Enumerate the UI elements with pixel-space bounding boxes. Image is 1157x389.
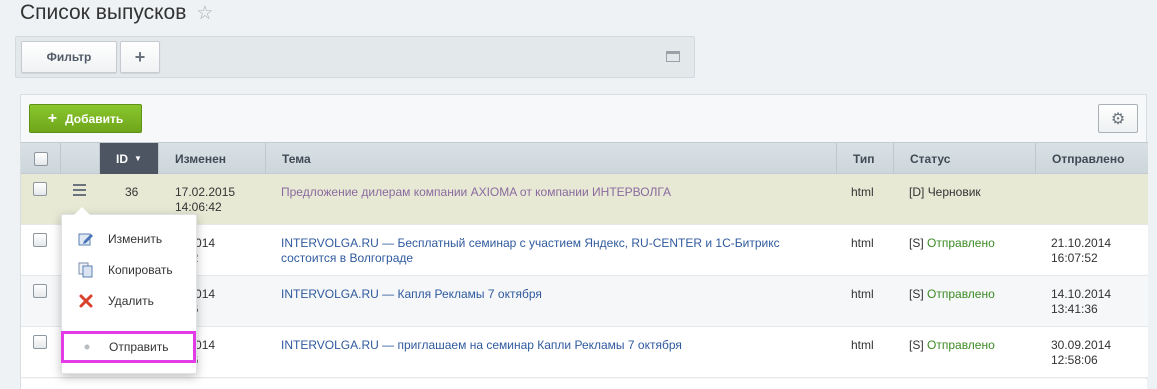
- row-type: html: [851, 338, 874, 352]
- row-status: [S] Отправлено: [909, 338, 995, 353]
- row-sent-date: 14.10.2014: [1051, 287, 1112, 301]
- header-id[interactable]: ID ▼: [100, 143, 159, 174]
- menu-item-label: Изменить: [108, 232, 163, 246]
- header-type[interactable]: Тип: [837, 143, 894, 174]
- row-sent-time: 16:07:52: [1051, 251, 1098, 265]
- header-subject[interactable]: Тема: [266, 143, 837, 174]
- row-subject-line1: INTERVOLGA.RU — приглашаем на семинар Ка…: [281, 338, 682, 352]
- row-status-text: Отправлено: [927, 236, 995, 250]
- add-button[interactable]: + Добавить: [29, 104, 142, 133]
- row-type: html: [851, 185, 874, 199]
- row-type: html: [851, 236, 874, 250]
- row-checkbox[interactable]: [33, 284, 47, 298]
- row-sent-date: 21.10.2014: [1051, 236, 1112, 250]
- row-sent-time: 13:41:36: [1051, 302, 1098, 316]
- table-bottom: [20, 379, 1147, 389]
- copy-icon: [78, 262, 94, 278]
- header-id-label: ID: [116, 151, 129, 166]
- row-status-code: [S]: [909, 287, 924, 301]
- menu-item-copy[interactable]: Копировать: [62, 256, 196, 284]
- edit-icon: [78, 231, 94, 247]
- row-menu-icon[interactable]: [73, 184, 86, 199]
- row-subject-link[interactable]: INTERVOLGA.RU — Бесплатный семинар с уча…: [281, 236, 780, 266]
- menu-item-label: Удалить: [108, 294, 154, 308]
- table-header: ID ▼ Изменен Тема Тип Статус Отправлено: [21, 142, 1148, 174]
- filter-button[interactable]: Фильтр: [21, 41, 117, 73]
- row-status-code: [D]: [909, 185, 925, 199]
- row-status: [S] Отправлено: [909, 287, 995, 302]
- page-title-text: Список выпусков: [20, 1, 187, 24]
- row-changed: 17.02.2015 14:06:42: [175, 185, 235, 215]
- sort-down-icon: ▼: [134, 154, 142, 163]
- header-changed[interactable]: Изменен: [159, 143, 266, 174]
- row-sent-date: 30.09.2014: [1051, 338, 1112, 352]
- row-checkbox[interactable]: [33, 182, 47, 196]
- row-sent: 14.10.2014 13:41:36: [1051, 287, 1111, 317]
- row-status: [S] Отправлено: [909, 236, 995, 251]
- row-status-text: Отправлено: [927, 338, 995, 352]
- delete-icon: [78, 293, 94, 309]
- row-checkbox[interactable]: [33, 335, 47, 349]
- row-status-code: [S]: [909, 236, 924, 250]
- row-context-menu: Изменить Копировать Удалить Отправить: [61, 207, 197, 374]
- select-all-checkbox[interactable]: [33, 151, 48, 166]
- row-sent: 21.10.2014 16:07:52: [1051, 236, 1111, 266]
- row-checkbox[interactable]: [33, 233, 47, 247]
- row-sent-time: 12:58:06: [1051, 353, 1098, 367]
- header-actions: [61, 143, 100, 174]
- header-sent[interactable]: Отправлено: [1036, 143, 1148, 174]
- add-button-label: Добавить: [65, 111, 124, 126]
- row-type: html: [851, 287, 874, 301]
- menu-item-edit[interactable]: Изменить: [62, 225, 196, 253]
- row-status-text: Отправлено: [927, 287, 995, 301]
- row-status-text: Черновик: [927, 185, 981, 199]
- dot-icon: [79, 339, 95, 355]
- row-sent: 30.09.2014 12:58:06: [1051, 338, 1111, 368]
- page-title: Список выпусков ☆: [20, 1, 213, 25]
- row-status-code: [S]: [909, 338, 924, 352]
- header-select-all: [21, 143, 61, 174]
- row-subject-link[interactable]: INTERVOLGA.RU — приглашаем на семинар Ка…: [281, 338, 682, 353]
- row-subject-line1: Предложение дилерам компании AXIOMA от к…: [281, 185, 672, 199]
- row-changed-time: 14:06:42: [175, 200, 222, 214]
- star-icon[interactable]: ☆: [196, 2, 213, 25]
- row-subject-line1: INTERVOLGA.RU — Бесплатный семинар с уча…: [281, 236, 780, 250]
- row-subject-line1: INTERVOLGA.RU — Капля Рекламы 7 октября: [281, 287, 542, 301]
- row-subject-link[interactable]: Предложение дилерам компании AXIOMA от к…: [281, 185, 671, 200]
- gear-icon: ⚙: [1110, 110, 1126, 128]
- row-status: [D] Черновик: [909, 185, 981, 200]
- add-filter-button[interactable]: +: [120, 41, 160, 73]
- filter-bar: Фильтр +: [15, 36, 695, 78]
- menu-item-label: Отправить: [109, 340, 169, 354]
- header-status[interactable]: Статус: [894, 143, 1036, 174]
- plus-icon: +: [47, 109, 58, 127]
- row-subject-line2: состоится в Волгограде: [281, 251, 414, 265]
- menu-item-delete[interactable]: Удалить: [62, 287, 196, 315]
- row-changed-date: 17.02.2015: [175, 185, 236, 199]
- menu-item-send[interactable]: Отправить: [61, 331, 196, 363]
- window-icon[interactable]: [666, 51, 680, 62]
- row-id: 36: [125, 185, 139, 199]
- menu-separator: [62, 331, 196, 332]
- menu-item-label: Копировать: [108, 263, 173, 277]
- settings-button[interactable]: ⚙: [1098, 104, 1138, 133]
- row-subject-link[interactable]: INTERVOLGA.RU — Капля Рекламы 7 октября: [281, 287, 542, 302]
